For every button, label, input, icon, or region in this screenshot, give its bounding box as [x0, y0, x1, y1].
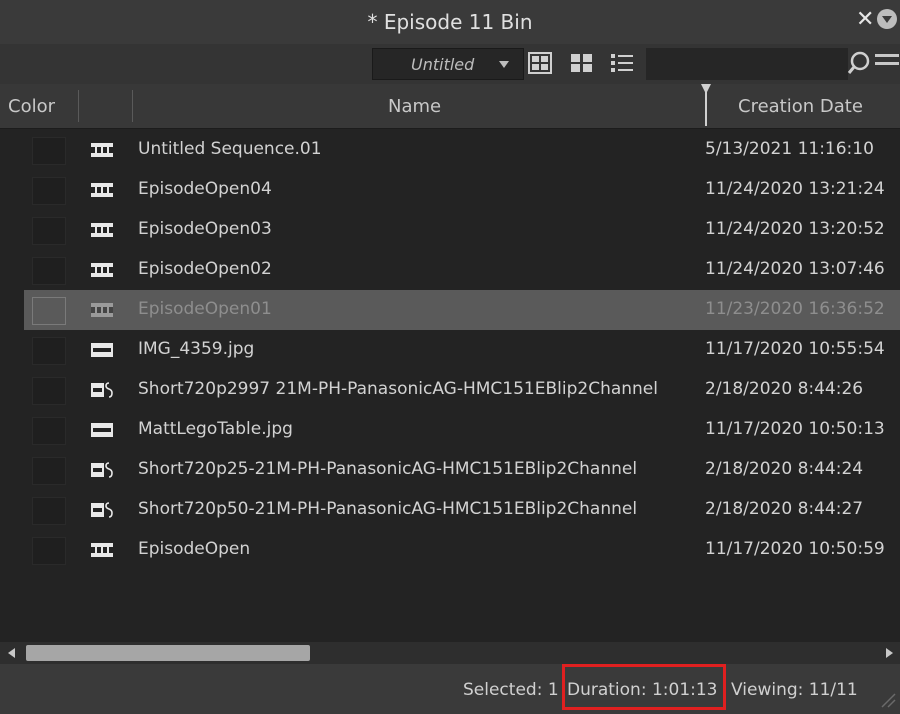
color-swatch [32, 537, 66, 565]
creation-date: 11/24/2020 13:20:52 [705, 219, 885, 239]
creation-date: 2/18/2020 8:44:24 [705, 459, 864, 479]
sequence-icon [91, 223, 113, 237]
color-swatch [32, 337, 66, 365]
creation-date: 11/24/2020 13:21:24 [705, 179, 885, 199]
creation-date: 2/18/2020 8:44:26 [705, 379, 864, 399]
clip-name: EpisodeOpen03 [138, 219, 272, 239]
table-row[interactable]: Short720p25-21M-PH-PanasonicAG-HMC151EBl… [0, 450, 900, 490]
creation-date: 11/24/2020 13:07:46 [705, 259, 885, 279]
table-row[interactable]: MattLegoTable.jpg 11/17/2020 10:50:13 [0, 410, 900, 450]
creation-date: 11/23/2020 16:36:52 [705, 299, 885, 319]
color-swatch [32, 257, 66, 285]
toolbar: Untitled [0, 44, 900, 84]
linked-clip-icon [91, 462, 113, 478]
selected-count: Selected: 1 [463, 680, 559, 700]
sequence-icon [91, 143, 113, 157]
table-row[interactable]: IMG_4359.jpg 11/17/2020 10:55:54 [0, 330, 900, 370]
clip-name: EpisodeOpen02 [138, 259, 272, 279]
bin-view-label: Untitled [411, 55, 475, 74]
clip-name: Short720p25-21M-PH-PanasonicAG-HMC151EBl… [138, 459, 638, 479]
clip-name: EpisodeOpen [138, 539, 251, 559]
masterclip-icon [91, 423, 113, 437]
clip-name: Untitled Sequence.01 [138, 139, 322, 159]
duration-highlight-box [562, 664, 726, 710]
table-row[interactable]: EpisodeOpen02 11/24/2020 13:07:46 [0, 250, 900, 290]
scroll-right-icon[interactable] [886, 648, 893, 658]
table-row[interactable]: EpisodeOpen03 11/24/2020 13:20:52 [0, 210, 900, 250]
viewing-count: Viewing: 11/11 [731, 680, 858, 700]
fast-menu-icon[interactable] [875, 54, 899, 72]
scrollbar-thumb[interactable] [26, 645, 310, 661]
masterclip-icon [91, 343, 113, 357]
bin-window: * Episode 11 Bin ✕ Untitled Color Name C… [0, 0, 900, 714]
search-icon[interactable] [846, 50, 872, 76]
column-header-creation-date[interactable]: Creation Date [738, 96, 863, 117]
clip-name: Short720p50-21M-PH-PanasonicAG-HMC151EBl… [138, 499, 638, 519]
scroll-left-icon[interactable] [8, 648, 15, 658]
color-swatch [32, 137, 66, 165]
table-row[interactable]: Short720p2997 21M-PH-PanasonicAG-HMC151E… [0, 370, 900, 410]
window-title: * Episode 11 Bin [367, 10, 533, 34]
color-swatch [32, 297, 66, 325]
color-swatch [32, 217, 66, 245]
column-header-name[interactable]: Name [388, 96, 441, 117]
color-swatch [32, 417, 66, 445]
close-icon[interactable]: ✕ [856, 7, 874, 32]
column-header-row: Color Name Creation Date [0, 84, 900, 129]
column-header-color[interactable]: Color [8, 96, 55, 117]
window-menu-icon[interactable] [877, 9, 897, 29]
resize-grip-icon[interactable] [878, 690, 896, 708]
creation-date: 11/17/2020 10:50:59 [705, 539, 885, 559]
creation-date: 11/17/2020 10:55:54 [705, 339, 885, 359]
linked-clip-icon [91, 502, 113, 518]
title-bar: * Episode 11 Bin ✕ [0, 0, 900, 44]
linked-clip-icon [91, 382, 113, 398]
table-row[interactable]: Short720p50-21M-PH-PanasonicAG-HMC151EBl… [0, 490, 900, 530]
table-row[interactable]: EpisodeOpen04 11/24/2020 13:21:24 [0, 170, 900, 210]
table-row[interactable]: EpisodeOpen 11/17/2020 10:50:59 [0, 530, 900, 570]
column-resize-handle[interactable] [705, 92, 707, 126]
color-swatch [32, 377, 66, 405]
clip-name: EpisodeOpen04 [138, 179, 272, 199]
list-view-icon[interactable] [610, 52, 634, 74]
creation-date: 11/17/2020 10:50:13 [705, 419, 885, 439]
color-swatch [32, 497, 66, 525]
clip-name: MattLegoTable.jpg [138, 419, 293, 439]
frame-view-icon[interactable] [528, 52, 552, 74]
sequence-icon [91, 303, 113, 317]
clip-name: EpisodeOpen01 [138, 299, 272, 319]
clip-name: IMG_4359.jpg [138, 339, 255, 359]
sequence-icon [91, 543, 113, 557]
script-view-icon[interactable] [570, 52, 594, 74]
table-row[interactable]: Untitled Sequence.01 5/13/2021 11:16:10 [0, 130, 900, 170]
column-divider[interactable] [132, 90, 133, 122]
clip-name: Short720p2997 21M-PH-PanasonicAG-HMC151E… [138, 379, 658, 399]
sequence-icon [91, 183, 113, 197]
color-swatch [32, 177, 66, 205]
clip-list: Untitled Sequence.01 5/13/2021 11:16:10 … [0, 130, 900, 640]
status-bar: Selected: 1 Duration: 1:01:13 Viewing: 1… [0, 664, 900, 714]
horizontal-scrollbar[interactable] [0, 642, 900, 664]
color-swatch [32, 457, 66, 485]
table-row-selected[interactable]: EpisodeOpen01 11/23/2020 16:36:52 [24, 290, 900, 330]
chevron-down-icon [499, 61, 509, 68]
creation-date: 2/18/2020 8:44:27 [705, 499, 864, 519]
sequence-icon [91, 263, 113, 277]
bin-view-select[interactable]: Untitled [372, 48, 524, 80]
search-input[interactable] [646, 48, 848, 80]
creation-date: 5/13/2021 11:16:10 [705, 139, 874, 159]
column-divider[interactable] [78, 90, 79, 122]
